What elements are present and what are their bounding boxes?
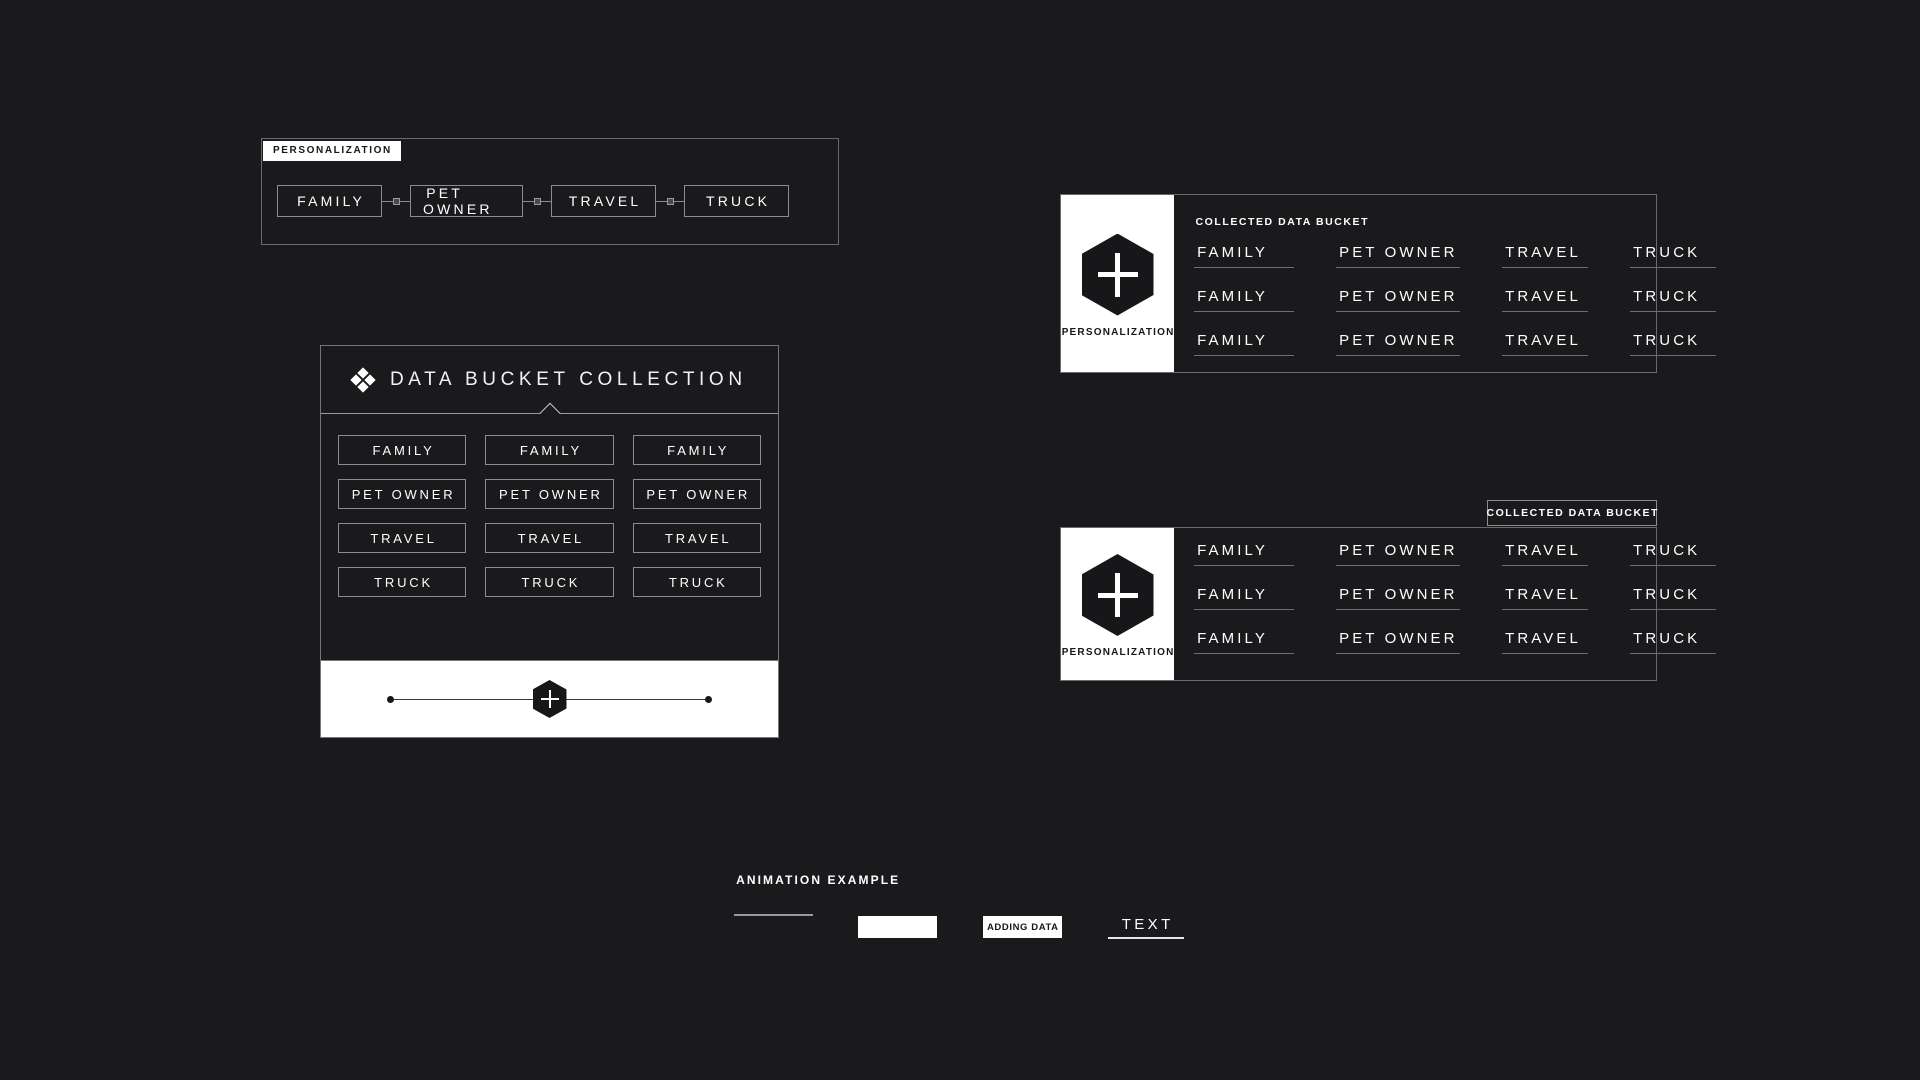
diamond-cluster-icon xyxy=(350,366,377,393)
bucket-chip[interactable]: FAMILY xyxy=(338,435,467,465)
flow-chip[interactable]: PET OWNER xyxy=(410,185,523,217)
bucket-chip[interactable]: PET OWNER xyxy=(632,479,761,509)
collected-item[interactable]: PET OWNER xyxy=(1336,542,1460,566)
bucket-chip[interactable]: TRAVEL xyxy=(485,523,614,553)
bucket-chip[interactable]: TRUCK xyxy=(485,567,614,597)
animation-example-heading: ANIMATION EXAMPLE xyxy=(736,873,901,887)
animation-stage-text-label: TEXT xyxy=(1121,916,1174,933)
flow-chip[interactable]: FAMILY xyxy=(277,185,382,217)
hexagon-plus-icon xyxy=(1081,554,1154,636)
collected-item-grid: FAMILY PET OWNER TRAVEL TRUCK FAMILY PET OWNE… xyxy=(1194,542,1716,654)
collected-item[interactable]: TRAVEL xyxy=(1502,630,1588,654)
collected-item[interactable]: TRUCK xyxy=(1630,332,1716,356)
collected-item[interactable]: FAMILY xyxy=(1194,332,1294,356)
collected-item[interactable]: FAMILY xyxy=(1194,542,1294,566)
brand-label: PERSONALIZATION xyxy=(1061,326,1175,338)
bucket-chip[interactable]: TRUCK xyxy=(632,567,761,597)
collected-item[interactable]: TRUCK xyxy=(1630,542,1716,566)
collected-item[interactable]: TRAVEL xyxy=(1502,244,1588,268)
hexagon-plus-icon xyxy=(1081,233,1154,316)
data-bucket-collection-header: DATA BUCKET COLLECTION xyxy=(321,346,778,414)
bucket-chip[interactable]: FAMILY xyxy=(632,435,761,465)
collected-item-grid: FAMILY PET OWNER TRAVEL TRUCK FAMILY PET OWNE… xyxy=(1194,244,1716,356)
collected-item[interactable]: TRAVEL xyxy=(1502,288,1588,312)
brand-label: PERSONALIZATION xyxy=(1061,647,1175,658)
brand-pane: PERSONALIZATION xyxy=(1061,195,1174,372)
animation-stage-line xyxy=(734,914,813,916)
collected-data-bucket-card: PERSONALIZATION FAMILY PET OWNER TRAVEL TRU… xyxy=(1060,527,1716,681)
collected-item[interactable]: FAMILY xyxy=(1194,630,1294,654)
slider-endpoint-right xyxy=(705,695,712,703)
collected-item[interactable]: TRUCK xyxy=(1630,630,1716,654)
bucket-chip[interactable]: PET OWNER xyxy=(485,479,614,509)
collected-item[interactable]: FAMILY xyxy=(1194,586,1294,610)
flow-chip[interactable]: TRUCK xyxy=(684,185,789,217)
slider-endpoint-left xyxy=(387,695,394,703)
collected-card-heading: COLLECTED DATA BUCKET xyxy=(1195,216,1370,228)
collected-data-bucket-tab-label: COLLECTED DATA BUCKET xyxy=(1487,500,1657,526)
personalization-chip-flow: FAMILY PET OWNER TRAVEL TRUCK xyxy=(277,185,789,217)
bucket-chip[interactable]: PET OWNER xyxy=(338,479,467,509)
data-bucket-slider[interactable] xyxy=(387,680,712,718)
bucket-chip[interactable]: TRUCK xyxy=(338,567,467,597)
flow-connector xyxy=(523,197,551,206)
bucket-chip[interactable]: FAMILY xyxy=(485,435,614,465)
hexagon-plus-icon[interactable] xyxy=(532,680,567,718)
data-bucket-collection-panel: DATA BUCKET COLLECTION FAMILY FAMILY FAMIL… xyxy=(320,345,779,738)
data-bucket-collection-title: DATA BUCKET COLLECTION xyxy=(389,368,747,390)
collected-card-body: COLLECTED DATA BUCKET FAMILY PET OWNER TRA… xyxy=(1174,195,1740,372)
collected-item[interactable]: TRUCK xyxy=(1630,288,1716,312)
collected-item[interactable]: TRAVEL xyxy=(1502,332,1588,356)
collected-item[interactable]: PET OWNER xyxy=(1336,288,1460,312)
collected-item[interactable]: PET OWNER xyxy=(1336,244,1460,268)
animation-stage-block xyxy=(858,916,937,938)
bucket-chip[interactable]: TRAVEL xyxy=(632,523,761,553)
brand-pane: PERSONALIZATION xyxy=(1061,528,1174,680)
flow-connector xyxy=(382,197,410,206)
collected-card-body: FAMILY PET OWNER TRAVEL TRUCK FAMILY PET OWNE… xyxy=(1174,528,1740,680)
bucket-chip[interactable]: TRAVEL xyxy=(338,523,467,553)
data-bucket-chip-grid: FAMILY FAMILY FAMILY PET OWNER PET OWNER PET … xyxy=(321,414,778,597)
collected-item[interactable]: FAMILY xyxy=(1194,244,1294,268)
collected-item[interactable]: TRAVEL xyxy=(1502,542,1588,566)
collected-item[interactable]: TRUCK xyxy=(1630,586,1716,610)
collected-item[interactable]: PET OWNER xyxy=(1336,630,1460,654)
collected-item[interactable]: TRAVEL xyxy=(1502,586,1588,610)
flow-connector xyxy=(656,197,684,206)
personalization-tab-label: PERSONALIZATION xyxy=(263,141,401,161)
animation-stage-text-rule xyxy=(1108,937,1184,939)
collected-data-bucket-card: PERSONALIZATION COLLECTED DATA BUCKET FA… xyxy=(1060,194,1716,373)
flow-chip[interactable]: TRAVEL xyxy=(551,185,656,217)
collected-item[interactable]: TRUCK xyxy=(1630,244,1716,268)
chevron-up-icon xyxy=(537,401,563,414)
collected-item[interactable]: FAMILY xyxy=(1194,288,1294,312)
collected-item[interactable]: PET OWNER xyxy=(1336,332,1460,356)
collected-item[interactable]: PET OWNER xyxy=(1336,586,1460,610)
animation-stage-adding-data: ADDING DATA xyxy=(983,916,1062,938)
data-bucket-slider-zone xyxy=(321,660,778,737)
animation-stage-text: TEXT xyxy=(1108,916,1184,939)
